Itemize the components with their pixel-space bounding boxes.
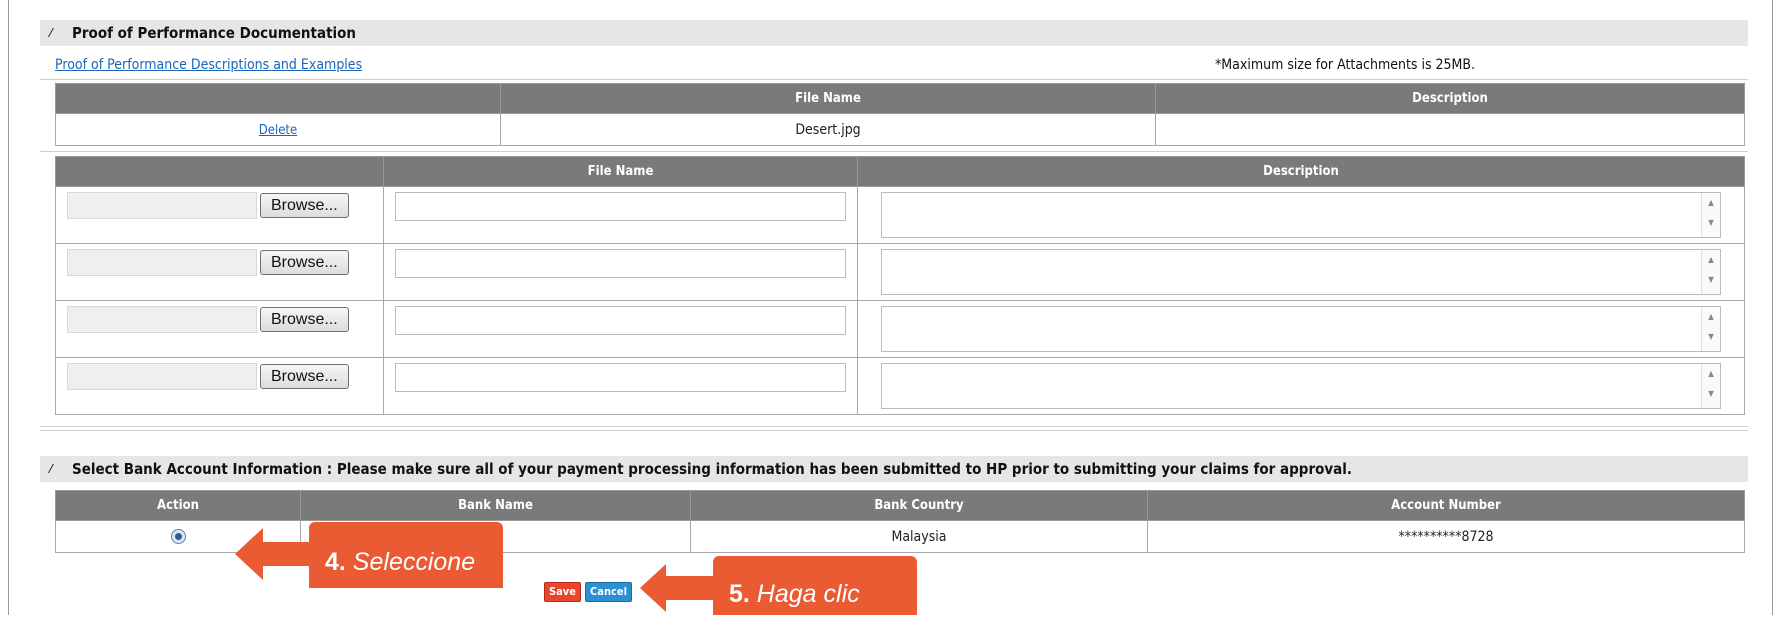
bank-section-title: Select Bank Account Information : Please… — [72, 460, 1353, 478]
column-header-description: Description — [857, 156, 1745, 187]
browse-button[interactable]: Browse... — [260, 307, 349, 332]
table-header-row: File Name Description — [55, 156, 1745, 187]
file-path-field[interactable] — [67, 249, 257, 276]
divider — [40, 426, 1748, 427]
column-header-account-number: Account Number — [1147, 490, 1745, 521]
file-name-input-cell — [383, 357, 858, 415]
upload-attachments-table: File Name Description Browse... ▲ ▼ Brows… — [55, 156, 1745, 415]
file-picker-cell: Browse... — [55, 186, 384, 244]
proof-section-title: Proof of Performance Documentation — [72, 24, 357, 42]
proof-section-header[interactable]: ⁄ Proof of Performance Documentation — [40, 20, 1748, 46]
bank-country-cell: Malaysia — [690, 520, 1148, 553]
step5-number: 5. — [729, 580, 750, 608]
description-textarea[interactable]: ▲ ▼ — [881, 249, 1721, 295]
column-header-bank-name: Bank Name — [300, 490, 691, 521]
column-header-file-name: File Name — [383, 156, 858, 187]
description-input-cell: ▲ ▼ — [857, 243, 1745, 301]
column-header — [55, 156, 384, 187]
divider — [40, 430, 1748, 431]
step5-text: Haga clic — [749, 580, 860, 608]
browse-button[interactable]: Browse... — [260, 193, 349, 218]
account-number-cell: **********8728 — [1147, 520, 1745, 553]
upload-row: Browse... ▲ ▼ — [55, 186, 1745, 244]
description-textarea[interactable]: ▲ ▼ — [881, 192, 1721, 238]
file-name-input-cell — [383, 300, 858, 358]
scroll-arrows-icon[interactable]: ▲ ▼ — [1701, 193, 1720, 237]
step4-text: Seleccione — [345, 548, 476, 576]
collapse-toggle-icon[interactable]: ⁄ — [50, 462, 64, 476]
column-header-description: Description — [1155, 83, 1745, 114]
step5-callout: 5. Haga clic — [713, 556, 917, 615]
upload-row: Browse... ▲ ▼ — [55, 300, 1745, 358]
table-row: Delete Desert.jpg — [55, 113, 1745, 146]
file-name-input[interactable] — [395, 249, 846, 278]
browse-button[interactable]: Browse... — [260, 364, 349, 389]
file-name-input-cell — [383, 186, 858, 244]
description-input-cell: ▲ ▼ — [857, 186, 1745, 244]
bank-account-radio[interactable] — [170, 529, 186, 544]
collapse-toggle-icon[interactable]: ⁄ — [50, 26, 64, 40]
file-picker-cell: Browse... — [55, 243, 384, 301]
proof-descriptions-link[interactable]: Proof of Performance Descriptions and Ex… — [55, 57, 362, 73]
existing-attachments-table: File Name Description Delete Desert.jpg — [55, 83, 1745, 146]
save-button[interactable]: Save — [544, 582, 581, 602]
file-name-cell: Desert.jpg — [500, 113, 1156, 146]
file-name-input-cell — [383, 243, 858, 301]
file-picker-cell: Browse... — [55, 357, 384, 415]
scroll-arrows-icon[interactable]: ▲ ▼ — [1701, 364, 1720, 408]
description-input-cell: ▲ ▼ — [857, 357, 1745, 415]
step4-arrow-icon — [235, 528, 315, 580]
file-name-input[interactable] — [395, 192, 846, 221]
column-header — [55, 83, 501, 114]
file-name-input[interactable] — [395, 363, 846, 392]
cancel-button[interactable]: Cancel — [585, 582, 632, 602]
divider — [40, 79, 1748, 80]
upload-row: Browse... ▲ ▼ — [55, 243, 1745, 301]
browse-button[interactable]: Browse... — [260, 250, 349, 275]
scroll-arrows-icon[interactable]: ▲ ▼ — [1701, 307, 1720, 351]
scroll-arrows-icon[interactable]: ▲ ▼ — [1701, 250, 1720, 294]
column-header-action: Action — [55, 490, 301, 521]
column-header-file-name: File Name — [500, 83, 1156, 114]
delete-link[interactable]: Delete — [259, 123, 297, 138]
description-textarea[interactable]: ▲ ▼ — [881, 363, 1721, 409]
step5-arrow-icon — [640, 564, 718, 612]
file-path-field[interactable] — [67, 306, 257, 333]
column-header-bank-country: Bank Country — [690, 490, 1148, 521]
description-input-cell: ▲ ▼ — [857, 300, 1745, 358]
file-path-field[interactable] — [67, 363, 257, 390]
description-cell — [1155, 113, 1745, 146]
description-textarea[interactable]: ▲ ▼ — [881, 306, 1721, 352]
step4-number: 4. — [325, 548, 346, 576]
upload-row: Browse... ▲ ▼ — [55, 357, 1745, 415]
file-path-field[interactable] — [67, 192, 257, 219]
table-header-row: File Name Description — [55, 83, 1745, 114]
table-header-row: Action Bank Name Bank Country Account Nu… — [55, 490, 1745, 521]
step4-callout: 4. Seleccione — [309, 522, 503, 588]
max-size-note: *Maximum size for Attachments is 25MB. — [1215, 57, 1476, 73]
divider — [40, 151, 1748, 152]
bank-section-header[interactable]: ⁄ Select Bank Account Information : Plea… — [40, 456, 1748, 482]
file-name-input[interactable] — [395, 306, 846, 335]
delete-cell: Delete — [55, 113, 501, 146]
file-picker-cell: Browse... — [55, 300, 384, 358]
